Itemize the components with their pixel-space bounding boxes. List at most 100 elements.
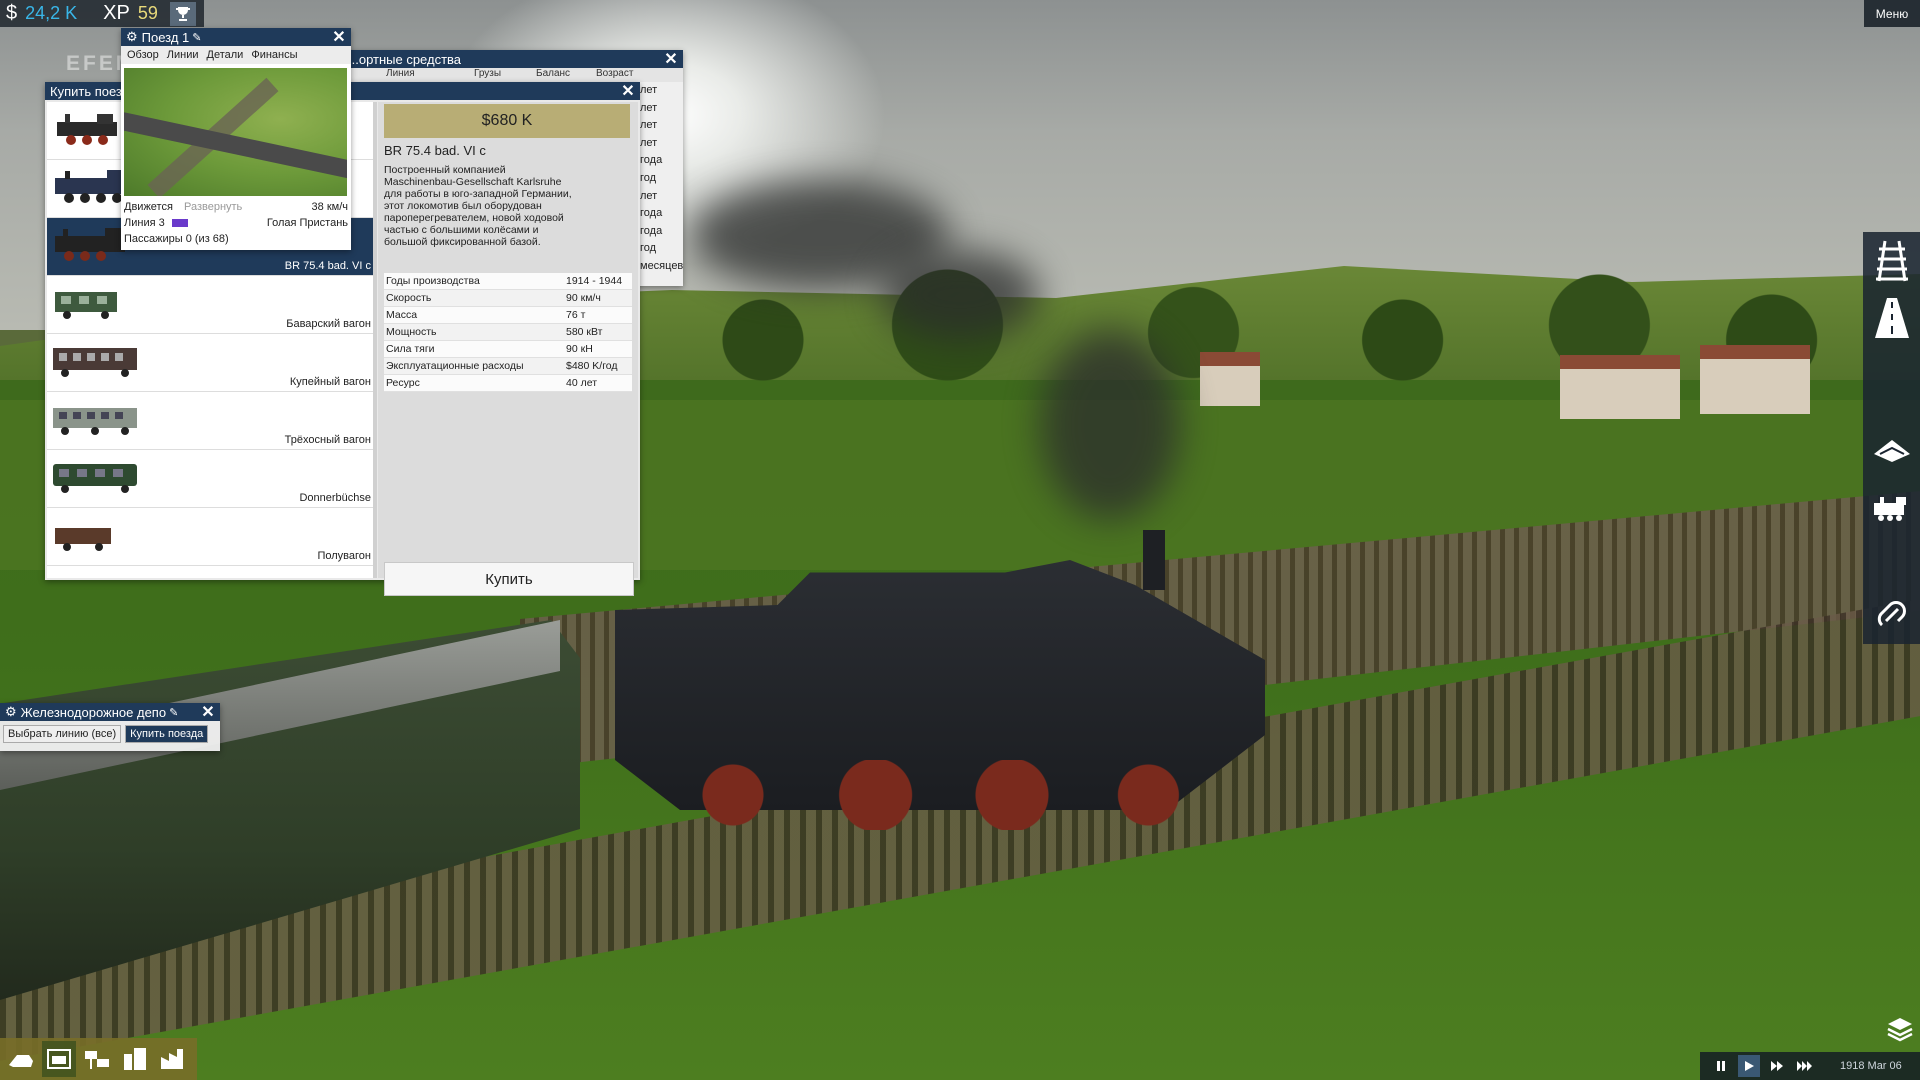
road-tool-button[interactable] [1863,289,1920,346]
terrain-tool-button[interactable] [1863,422,1920,479]
list-item[interactable]: Баварский вагон [47,276,377,334]
age-cell: года [640,224,663,237]
tab-finances[interactable]: Финансы [251,49,305,61]
lines-tool-button[interactable] [1863,587,1920,644]
wagon-thumbnail [55,528,111,551]
depot-window-titlebar[interactable]: ⚙ Железнодорожное депо ✎ ✕ [0,703,220,721]
select-line-button[interactable]: Выбрать линию (все) [3,725,122,743]
train-tabs: Обзор Линии Детали Финансы [121,46,351,64]
edit-pencil-icon[interactable]: ✎ [192,31,201,44]
trophy-icon[interactable] [169,1,196,26]
gear-icon[interactable]: ⚙ [126,29,138,45]
layers-icon [1887,1018,1913,1042]
age-cell: года [640,207,663,220]
spec-key: Сила тяги [386,343,435,355]
list-item[interactable]: Donnerbüchse [47,450,377,508]
money-value: 24,2 K [25,3,78,23]
close-icon[interactable]: ✕ [200,703,216,721]
reverse-button[interactable]: Развернуть [184,201,242,213]
wagon-thumbnail [53,408,137,435]
train-status: Движется [124,201,173,213]
close-icon[interactable]: ✕ [620,82,636,100]
bottom-left-toolbar [0,1038,197,1080]
spec-row: Сила тяги 90 кН [384,341,632,358]
depot-icon [47,1049,71,1069]
spec-key: Мощность [386,326,437,338]
gear-icon[interactable]: ⚙ [5,704,17,720]
line-link-icon [1877,601,1906,627]
age-cell: лет [640,84,658,96]
list-item[interactable]: Трёхосный вагон [47,392,377,450]
depot-window: ⚙ Железнодорожное депо ✎ ✕ Выбрать линию… [0,703,220,751]
vehicles-table-header: Линия Грузы Баланс Возраст [338,68,683,82]
list-scrollbar[interactable] [373,102,377,578]
rail-tool-button[interactable] [1863,232,1920,289]
next-station[interactable]: Голая Пристань [267,215,348,231]
spec-key: Масса [386,309,418,321]
buy-trains-button[interactable]: Купить поезда [125,725,209,743]
spec-row: Годы производства 1914 - 1944 [384,273,632,290]
layers-button[interactable] [1880,1010,1920,1048]
tab-details[interactable]: Детали [207,49,252,61]
train-camera-preview[interactable] [124,68,347,196]
age-cell: лет [640,189,658,202]
village-house [1200,352,1260,406]
train-line[interactable]: Линия 3 [124,217,165,229]
buy-button[interactable]: Купить [384,562,634,596]
column-cargo[interactable]: Грузы [474,68,536,82]
depot-actions: Выбрать линию (все) Купить поезда [0,721,220,747]
locomotive-icon [1873,496,1906,521]
game-date: 1918 Mar 06 [1840,1060,1902,1072]
age-cell: лет [640,136,658,149]
fast-forward-button[interactable] [1766,1055,1788,1077]
hud-top-bar: $ 24,2 K XP 59 [0,0,204,27]
bulldozer-icon [9,1055,33,1067]
passenger-count: Пассажиры 0 (из 68) [124,233,229,245]
tool-spacer [1863,346,1920,422]
fast-forward-icon [1771,1061,1783,1071]
age-cell: год [640,242,657,255]
bus-stop-button[interactable] [80,1041,114,1077]
bulldoze-button[interactable] [4,1041,38,1077]
column-age[interactable]: Возраст [596,68,646,82]
spec-value: 580 кВт [566,326,603,338]
spec-row: Эксплуатационные расходы $480 K/год [384,358,632,375]
close-icon[interactable]: ✕ [663,50,679,68]
cargo-station-button[interactable] [156,1041,190,1077]
spec-key: Скорость [386,292,432,304]
column-line[interactable]: Линия [386,68,474,82]
vehicles-window-title: ...ортные средства [348,51,462,67]
tab-overview[interactable]: Обзор [127,49,167,61]
spec-value: $480 K/год [566,360,618,372]
vehicles-window-titlebar[interactable]: ...ортные средства ✕ [338,50,683,68]
depot-button[interactable] [42,1041,76,1077]
fastest-forward-button[interactable] [1794,1055,1816,1077]
pause-button[interactable] [1710,1055,1732,1077]
age-cell: года [640,154,663,167]
column-balance[interactable]: Баланс [536,68,596,82]
menu-button[interactable]: Меню [1864,0,1920,27]
vehicle-name: Полувагон [317,550,371,562]
model-name: BR 75.4 bad. VI c [384,143,486,158]
edit-pencil-icon[interactable]: ✎ [169,706,178,719]
vehicles-tool-button[interactable] [1863,479,1920,536]
spec-row: Масса 76 т [384,307,632,324]
close-icon[interactable]: ✕ [331,28,347,46]
list-item[interactable]: Полувагон [47,508,377,566]
train-window-titlebar[interactable]: ⚙ Поезд 1 ✎ ✕ [121,28,351,46]
pause-icon [1717,1061,1725,1071]
spec-value: 1914 - 1944 [566,275,623,287]
list-item[interactable]: Купейный вагон [47,334,377,392]
tab-lines[interactable]: Линии [167,49,207,61]
play-button[interactable] [1738,1055,1760,1077]
wagon-thumbnail [55,292,117,319]
line-color-chip [171,219,188,228]
price-label: $680 K [384,104,630,138]
spec-row: Скорость 90 км/ч [384,290,632,307]
vehicle-name: Баварский вагон [286,318,371,330]
train-window-title: Поезд 1 [141,29,190,45]
train-speed: 38 км/ч [311,201,348,213]
time-controls: 1918 Mar 06 [1700,1052,1920,1080]
specs-table: Годы производства 1914 - 1944 Скорость 90 … [384,273,632,392]
station-button[interactable] [118,1041,152,1077]
